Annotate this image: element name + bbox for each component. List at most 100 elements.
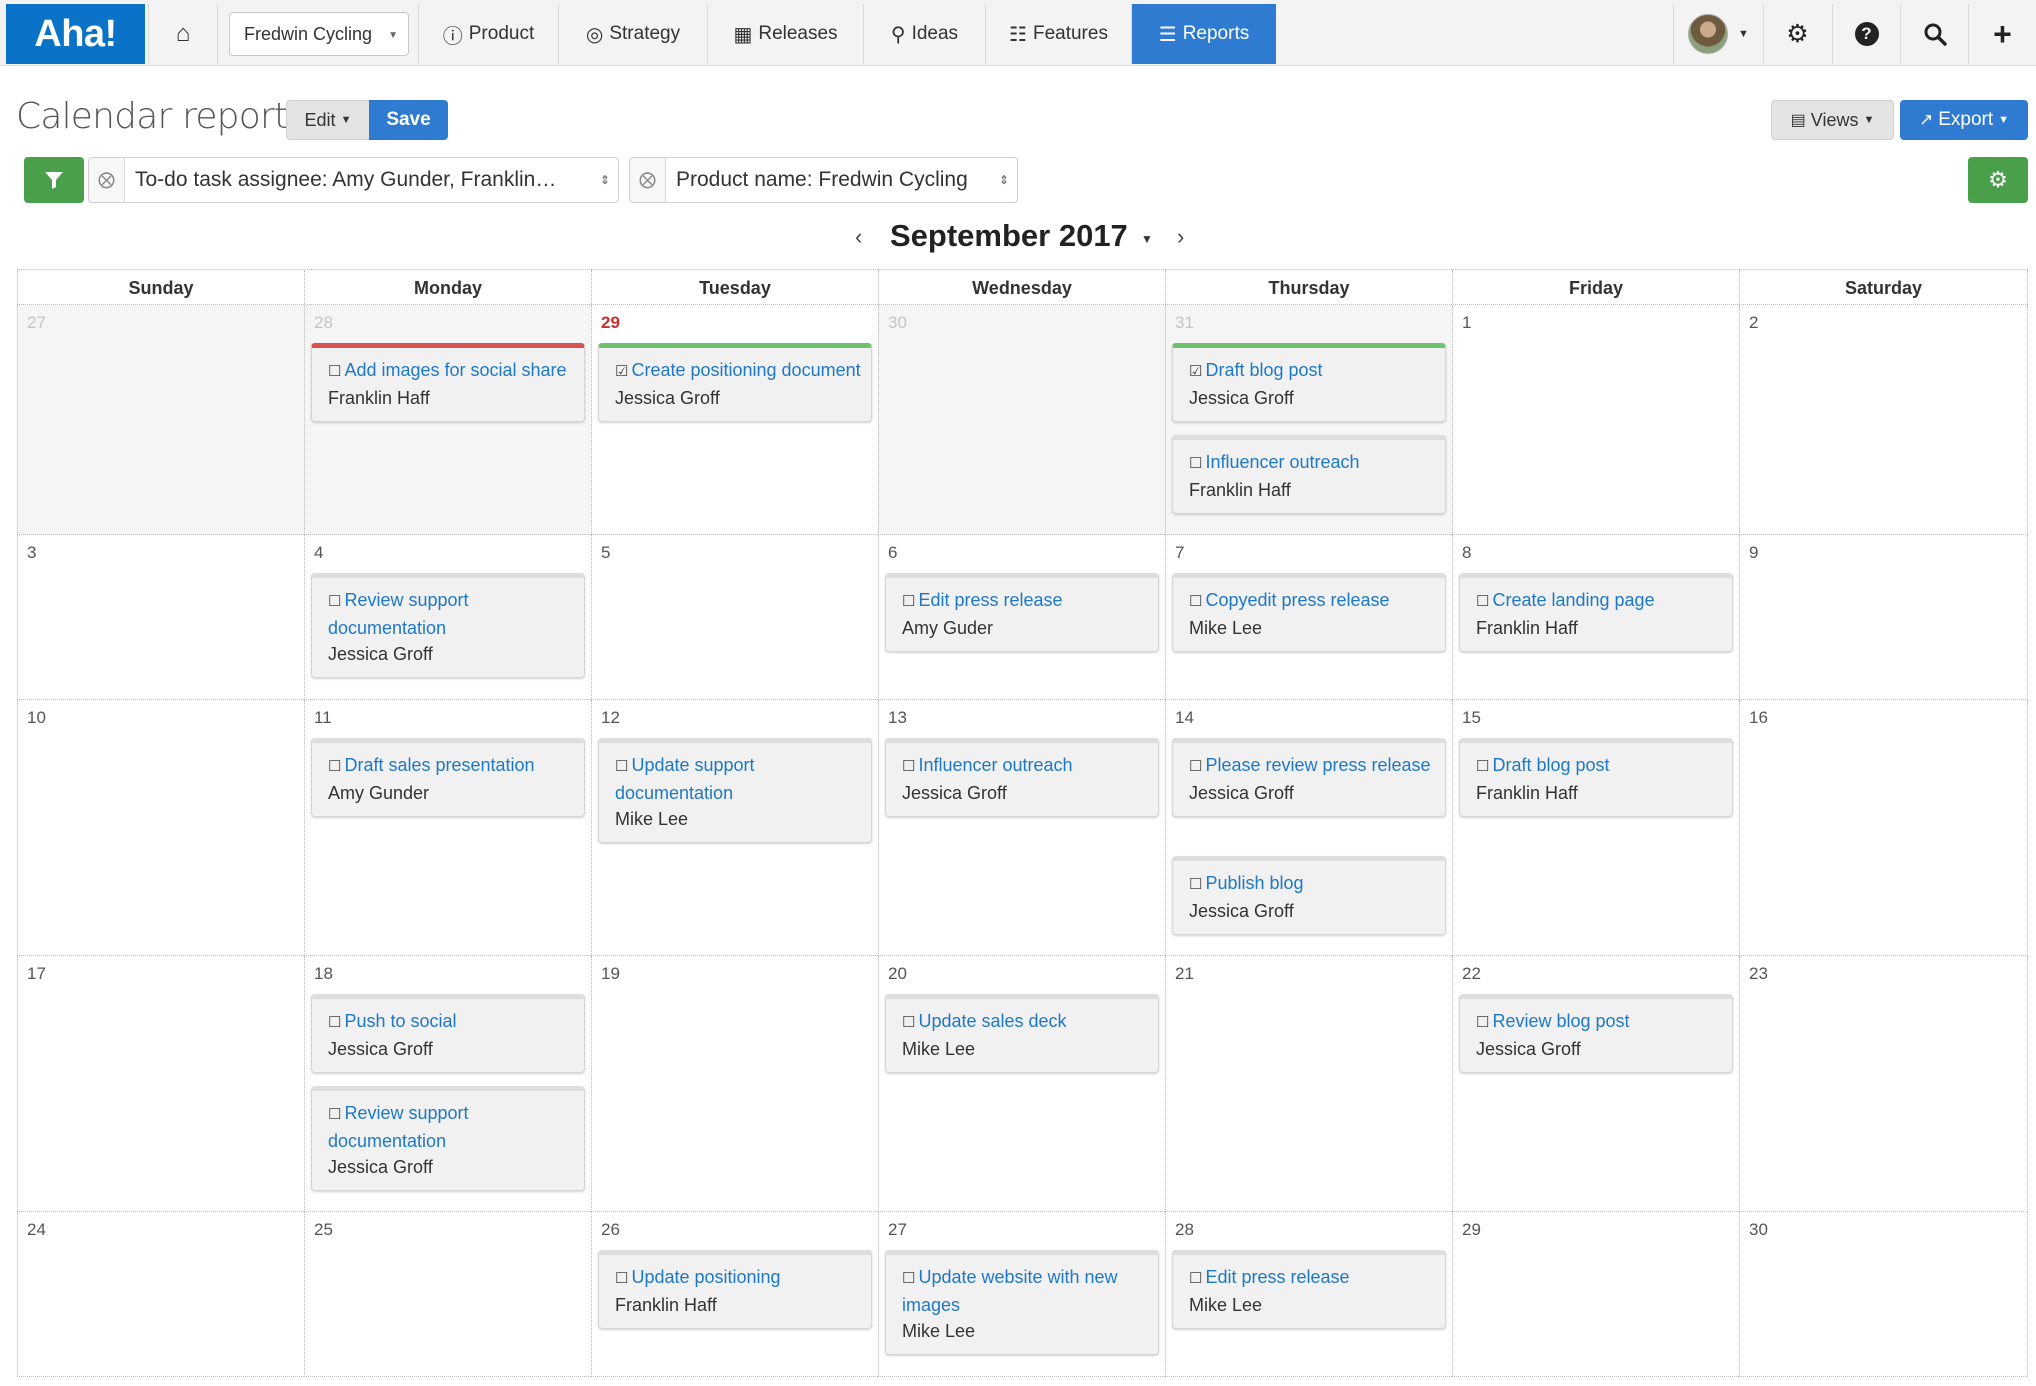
day-cell[interactable]: 5	[591, 535, 878, 700]
remove-filter-icon[interactable]: ⨂	[89, 158, 125, 202]
day-cell[interactable]: 31☑Draft blog postJessica Groff☐Influenc…	[1165, 305, 1452, 535]
report-settings-button[interactable]: ⚙	[1968, 157, 2028, 203]
task-card[interactable]: ☐Draft blog postFranklin Haff	[1459, 738, 1733, 817]
checkbox-icon[interactable]: ☐	[1189, 593, 1202, 610]
day-cell[interactable]: 2	[1739, 305, 2028, 535]
user-menu[interactable]: ▼	[1673, 4, 1753, 64]
prev-month-button[interactable]: ‹	[855, 224, 862, 250]
task-card[interactable]: ☐Influencer outreachJessica Groff	[885, 738, 1159, 817]
day-cell[interactable]: 7☐Copyedit press releaseMike Lee	[1165, 535, 1452, 700]
checkbox-icon[interactable]: ☐	[328, 1014, 341, 1031]
nav-ideas[interactable]: ⚲ Ideas	[864, 4, 986, 64]
task-card[interactable]: ☐Edit press releaseAmy Guder	[885, 573, 1159, 652]
filter-assignee[interactable]: ⨂ To-do task assignee: Amy Gunder, Frank…	[88, 157, 619, 203]
day-cell[interactable]: 23	[1739, 956, 2028, 1212]
task-card[interactable]: ☐Review blog postJessica Groff	[1459, 994, 1733, 1073]
checkbox-icon[interactable]: ☐	[1476, 593, 1489, 610]
day-cell[interactable]: 21	[1165, 956, 1452, 1212]
task-title-link[interactable]: Update sales deck	[918, 1011, 1066, 1031]
task-card[interactable]: ☐Update support documentationMike Lee	[598, 738, 872, 843]
day-cell[interactable]: 12☐Update support documentationMike Lee	[591, 700, 878, 956]
day-cell[interactable]: 17	[17, 956, 304, 1212]
next-month-button[interactable]: ›	[1177, 224, 1184, 250]
day-cell[interactable]: 29	[1452, 1212, 1739, 1377]
day-cell[interactable]: 30	[878, 305, 1165, 535]
checkbox-icon[interactable]: ☐	[1189, 1270, 1202, 1287]
task-title-link[interactable]: Edit press release	[1205, 1267, 1349, 1287]
task-card[interactable]: ☐Review support documentationJessica Gro…	[311, 1086, 585, 1191]
task-card[interactable]: ☐Copyedit press releaseMike Lee	[1172, 573, 1446, 652]
task-title-link[interactable]: Create positioning document	[631, 360, 860, 380]
task-title-link[interactable]: Create landing page	[1492, 590, 1654, 610]
task-title-link[interactable]: Please review press release	[1205, 755, 1430, 775]
task-title-link[interactable]: Update support documentation	[615, 755, 755, 803]
task-card[interactable]: ☑Create positioning documentJessica Grof…	[598, 343, 872, 422]
day-cell[interactable]: 1	[1452, 305, 1739, 535]
day-cell[interactable]: 22☐Review blog postJessica Groff	[1452, 956, 1739, 1212]
task-title-link[interactable]: Draft blog post	[1205, 360, 1322, 380]
day-cell[interactable]: 13☐Influencer outreachJessica Groff	[878, 700, 1165, 956]
checkbox-icon[interactable]: ☐	[902, 593, 915, 610]
day-cell[interactable]: 8☐Create landing pageFranklin Haff	[1452, 535, 1739, 700]
day-cell[interactable]: 4☐Review support documentationJessica Gr…	[304, 535, 591, 700]
checkbox-icon[interactable]: ☐	[1189, 876, 1202, 893]
task-title-link[interactable]: Review support documentation	[328, 590, 469, 638]
task-title-link[interactable]: Draft sales presentation	[344, 755, 534, 775]
task-card[interactable]: ☐Please review press releaseJessica Grof…	[1172, 738, 1446, 817]
checkbox-icon[interactable]: ☐	[328, 363, 341, 380]
task-title-link[interactable]: Add images for social share	[344, 360, 566, 380]
checkbox-icon[interactable]: ☐	[1476, 758, 1489, 775]
day-cell[interactable]: 19	[591, 956, 878, 1212]
checkbox-icon[interactable]: ☐	[902, 758, 915, 775]
checked-box-icon[interactable]: ☑	[1189, 363, 1202, 380]
task-title-link[interactable]: Influencer outreach	[1205, 452, 1359, 472]
nav-reports[interactable]: ☰ Reports	[1132, 4, 1276, 64]
day-cell[interactable]: 26☐Update positioningFranklin Haff	[591, 1212, 878, 1377]
month-title[interactable]: September 2017	[890, 218, 1128, 254]
day-cell[interactable]: 10	[17, 700, 304, 956]
task-card[interactable]: ☐Update website with new imagesMike Lee	[885, 1250, 1159, 1355]
task-card[interactable]: ☐Review support documentationJessica Gro…	[311, 573, 585, 678]
checkbox-icon[interactable]: ☐	[1476, 1014, 1489, 1031]
day-cell[interactable]: 11☐Draft sales presentationAmy Gunder	[304, 700, 591, 956]
day-cell[interactable]: 29☑Create positioning documentJessica Gr…	[591, 305, 878, 535]
task-card[interactable]: ☐Draft sales presentationAmy Gunder	[311, 738, 585, 817]
task-title-link[interactable]: Review support documentation	[328, 1103, 469, 1151]
task-title-link[interactable]: Publish blog	[1205, 873, 1303, 893]
task-card[interactable]: ☐Add images for social shareFranklin Haf…	[311, 343, 585, 422]
task-card[interactable]: ☐Edit press releaseMike Lee	[1172, 1250, 1446, 1329]
day-cell[interactable]: 27☐Update website with new imagesMike Le…	[878, 1212, 1165, 1377]
remove-filter-icon[interactable]: ⨂	[630, 158, 666, 202]
day-cell[interactable]: 14☐Please review press releaseJessica Gr…	[1165, 700, 1452, 956]
settings-button[interactable]: ⚙	[1763, 4, 1831, 64]
checkbox-icon[interactable]: ☐	[328, 593, 341, 610]
checkbox-icon[interactable]: ☐	[1189, 455, 1202, 472]
day-cell[interactable]: 18☐Push to socialJessica Groff☐Review su…	[304, 956, 591, 1212]
task-card[interactable]: ☐Influencer outreachFranklin Haff	[1172, 435, 1446, 514]
day-cell[interactable]: 9	[1739, 535, 2028, 700]
search-button[interactable]	[1900, 4, 1968, 64]
caret-down-icon[interactable]: ▼	[1141, 232, 1153, 246]
day-cell[interactable]: 28☐Add images for social shareFranklin H…	[304, 305, 591, 535]
checkbox-icon[interactable]: ☐	[902, 1014, 915, 1031]
checkbox-icon[interactable]: ☐	[615, 1270, 628, 1287]
nav-features[interactable]: ☷ Features	[986, 4, 1132, 64]
task-title-link[interactable]: Copyedit press release	[1205, 590, 1389, 610]
task-card[interactable]: ☐Create landing pageFranklin Haff	[1459, 573, 1733, 652]
task-card[interactable]: ☐Update positioningFranklin Haff	[598, 1250, 872, 1329]
day-cell[interactable]: 27	[17, 305, 304, 535]
aha-logo[interactable]: Aha!	[6, 4, 145, 64]
task-card[interactable]: ☐Update sales deckMike Lee	[885, 994, 1159, 1073]
add-button[interactable]: +	[1968, 4, 2036, 64]
task-card[interactable]: ☑Draft blog postJessica Groff	[1172, 343, 1446, 422]
export-button[interactable]: ↗ Export ▼	[1900, 100, 2028, 140]
day-cell[interactable]: 25	[304, 1212, 591, 1377]
task-card[interactable]: ☐Publish blogJessica Groff	[1172, 856, 1446, 935]
task-title-link[interactable]: Push to social	[344, 1011, 456, 1031]
filter-product[interactable]: ⨂ Product name: Fredwin Cycling ⇕	[629, 157, 1018, 203]
day-cell[interactable]: 15☐Draft blog postFranklin Haff	[1452, 700, 1739, 956]
day-cell[interactable]: 20☐Update sales deckMike Lee	[878, 956, 1165, 1212]
day-cell[interactable]: 28☐Edit press releaseMike Lee	[1165, 1212, 1452, 1377]
checkbox-icon[interactable]: ☐	[1189, 758, 1202, 775]
nav-releases[interactable]: ▦ Releases	[708, 4, 864, 64]
